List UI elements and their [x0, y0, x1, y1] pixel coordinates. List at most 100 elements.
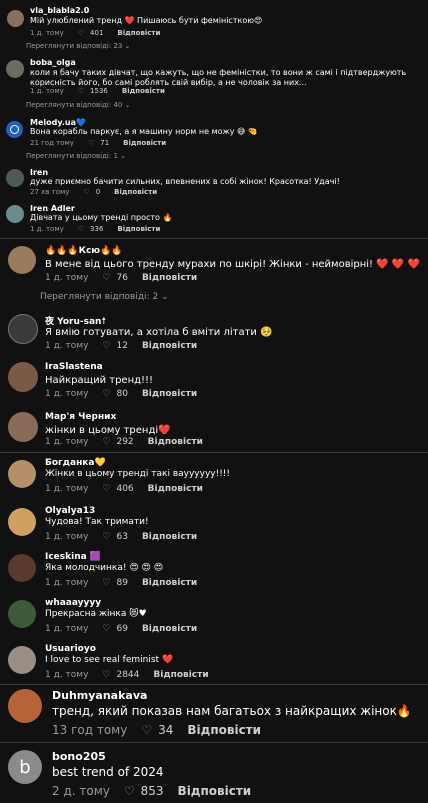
view-replies-button[interactable]: Переглянути відповіді: 1 ⌄: [26, 152, 126, 160]
comment: Богданка💛 Жінки в цьому тренді такі вауу…: [0, 454, 428, 500]
reply-button[interactable]: Відповісти: [117, 29, 160, 37]
heart-icon[interactable]: ♡: [102, 389, 110, 399]
reply-button[interactable]: Відповісти: [142, 389, 197, 399]
reply-button[interactable]: Відповісти: [153, 670, 208, 680]
comment-date: 1 д. тому: [30, 87, 64, 95]
reply-button[interactable]: Відповісти: [142, 578, 197, 588]
comment-meta: 21 год тому ♡ 71 Відповісти: [30, 139, 166, 147]
heart-icon[interactable]: ♡: [78, 29, 84, 37]
comment-author[interactable]: boba_olga: [30, 58, 76, 67]
comment: vla_blabla2.0 Мій улюблений тренд ❤️ Пиш…: [0, 0, 428, 42]
comment-meta: 13 год тому ♡ 34 Відповісти: [52, 723, 261, 737]
heart-icon[interactable]: ♡: [102, 670, 110, 680]
heart-icon[interactable]: ♡: [83, 188, 89, 196]
heart-icon[interactable]: ♡: [102, 437, 110, 447]
section-divider: [0, 452, 428, 453]
comment-author[interactable]: Богданка💛: [45, 458, 106, 468]
avatar[interactable]: [8, 600, 36, 628]
comment-meta: 1 д. тому ♡ 292 Відповісти: [45, 437, 203, 447]
heart-icon[interactable]: ♡: [102, 273, 110, 283]
comment-author[interactable]: Iceskina 🟪: [45, 552, 101, 562]
comment-author[interactable]: IraSlastena: [45, 362, 103, 372]
comment: Melody.ua💙 Вона корабль паркує, а я маши…: [0, 113, 428, 151]
comment-text: Дівчата у цьому тренді просто 🔥: [30, 213, 173, 222]
like-count: 0: [95, 188, 101, 196]
view-replies-button[interactable]: Переглянути відповіді: 40 ⌄: [26, 101, 130, 109]
comment-meta: 1 д. тому ♡ 63 Відповісти: [45, 532, 197, 542]
heart-icon[interactable]: ♡: [102, 578, 110, 588]
like-count: 89: [116, 578, 128, 588]
avatar[interactable]: [6, 169, 24, 187]
heart-icon[interactable]: ♡: [102, 341, 110, 351]
avatar[interactable]: [8, 508, 36, 536]
comment-author[interactable]: Usuarioyo: [45, 644, 96, 654]
view-replies-button[interactable]: Переглянути відповіді: 2 ⌄: [40, 292, 169, 302]
heart-icon[interactable]: ♡: [78, 225, 84, 233]
avatar[interactable]: b: [8, 750, 42, 784]
heart-icon[interactable]: ♡: [88, 139, 94, 147]
reply-button[interactable]: Відповісти: [148, 437, 203, 447]
section-divider: [0, 238, 428, 239]
reply-button[interactable]: Відповісти: [187, 723, 261, 737]
comment-text: коли я бачу таких дівчат, що кажуть, що …: [30, 68, 407, 88]
comment-author[interactable]: whaaayyyy: [45, 598, 101, 608]
reply-button[interactable]: Відповісти: [114, 188, 157, 196]
heart-icon[interactable]: ♡: [102, 532, 110, 542]
avatar[interactable]: [6, 205, 24, 223]
comment-author[interactable]: Melody.ua💙: [30, 118, 86, 127]
comment: 🔥🔥🔥Ксю🔥🔥 В мене від цього тренду мурахи …: [0, 240, 428, 288]
comment-author[interactable]: bono205: [52, 750, 106, 763]
comments-section-3: Богданка💛 Жінки в цьому тренді такі вауу…: [0, 454, 428, 684]
reply-button[interactable]: Відповісти: [142, 341, 197, 351]
reply-button[interactable]: Відповісти: [142, 624, 197, 634]
comment-text: жінки в цьому тренді❤️: [45, 425, 171, 436]
comment-meta: 1 д. тому ♡ 1536 Відповісти: [30, 87, 165, 95]
heart-icon[interactable]: ♡: [78, 87, 84, 95]
reply-button[interactable]: Відповісти: [117, 225, 160, 233]
comment-author[interactable]: Olyalya13: [45, 506, 95, 516]
avatar[interactable]: [6, 121, 23, 138]
comment-text: I love to see real feminist ❤️: [45, 655, 174, 665]
avatar[interactable]: [8, 314, 38, 344]
comment-text: Я вмію готувати, а хотіла б вміти літати…: [45, 327, 273, 338]
avatar[interactable]: [8, 460, 36, 488]
reply-button[interactable]: Відповісти: [142, 532, 197, 542]
comment-author[interactable]: Мар'я Черних: [45, 412, 116, 422]
avatar[interactable]: [8, 646, 36, 674]
avatar[interactable]: [8, 412, 38, 442]
reply-button[interactable]: Відповісти: [142, 273, 197, 283]
avatar[interactable]: [7, 10, 24, 27]
comment-author[interactable]: 🔥🔥🔥Ксю🔥🔥: [45, 246, 122, 256]
like-count: 1536: [90, 87, 108, 95]
avatar[interactable]: [8, 689, 42, 723]
comment-date: 13 год тому: [52, 723, 128, 737]
comment-date: 1 д. тому: [45, 273, 89, 283]
comment-author[interactable]: vla_blabla2.0: [30, 6, 89, 15]
view-replies-button[interactable]: Переглянути відповіді: 23 ⌄: [26, 42, 130, 50]
comments-section-4: Duhmyanakava тренд, який показав нам баг…: [0, 686, 428, 803]
reply-button[interactable]: Відповісти: [122, 87, 165, 95]
avatar[interactable]: [8, 554, 36, 582]
comment-date: 1 д. тому: [45, 484, 89, 494]
comments-screenshot: vla_blabla2.0 Мій улюблений тренд ❤️ Пиш…: [0, 0, 428, 803]
avatar[interactable]: [8, 362, 38, 392]
comment-text: Вона корабль паркує, а я машину норм не …: [30, 127, 258, 136]
heart-icon[interactable]: ♡: [141, 723, 152, 737]
heart-icon[interactable]: ♡: [102, 484, 110, 494]
reply-button[interactable]: Відповісти: [123, 139, 166, 147]
comments-section-1: vla_blabla2.0 Мій улюблений тренд ❤️ Пиш…: [0, 0, 428, 236]
comment-author[interactable]: Iren: [30, 168, 48, 177]
reply-button[interactable]: Відповісти: [148, 484, 203, 494]
comment: Olyalya13 Чудова! Так тримати! 1 д. тому…: [0, 502, 428, 548]
avatar[interactable]: [8, 246, 36, 274]
avatar[interactable]: [6, 60, 24, 78]
like-count: 406: [116, 484, 134, 494]
comment-date: 1 д. тому: [45, 578, 89, 588]
comment-author[interactable]: Duhmyanakava: [52, 689, 147, 702]
reply-button[interactable]: Відповісти: [178, 784, 252, 798]
heart-icon[interactable]: ♡: [102, 624, 110, 634]
comment-meta: 1 д. тому ♡ 69 Відповісти: [45, 624, 197, 634]
comment-meta: 1 д. тому ♡ 406 Відповісти: [45, 484, 203, 494]
comment-author[interactable]: Iren Adler: [30, 204, 75, 213]
heart-icon[interactable]: ♡: [124, 784, 135, 798]
